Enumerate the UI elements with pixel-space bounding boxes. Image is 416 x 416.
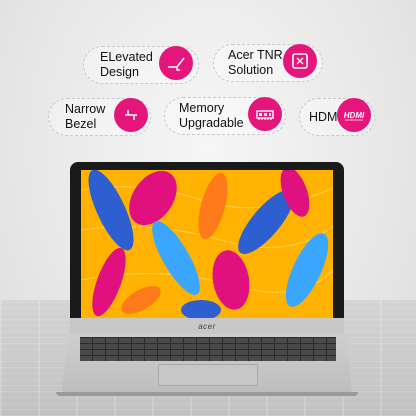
screen-bezel-bottom: acer [70, 318, 344, 334]
narrow-bezel-icon [114, 98, 148, 132]
wallpaper-leaves [81, 170, 333, 318]
elevated-hinge-icon [159, 46, 193, 80]
ram-chip-icon [248, 97, 282, 131]
feature-label: Acer TNR Solution [228, 48, 283, 77]
brand-logo: acer [198, 321, 216, 331]
hdmi-icon: HDMI [337, 98, 371, 132]
keyboard [80, 337, 336, 361]
laptop-screen [81, 170, 333, 318]
touchpad [158, 364, 258, 386]
feature-label: ELevated Design [100, 50, 153, 79]
feature-label: Narrow Bezel [65, 102, 106, 131]
laptop-front-edge [56, 392, 358, 396]
noise-reduction-icon [283, 44, 317, 78]
svg-text:HDMI: HDMI [344, 111, 365, 120]
feature-label: Memory Upgradable [179, 101, 244, 130]
